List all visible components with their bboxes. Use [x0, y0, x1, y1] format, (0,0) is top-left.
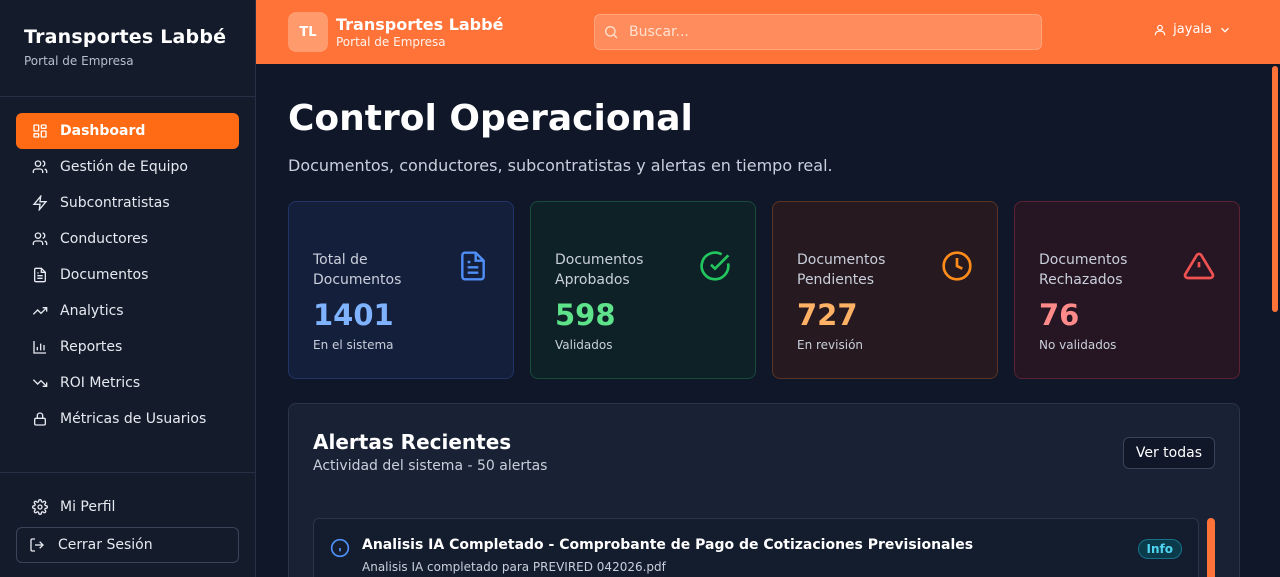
- team-icon: [32, 159, 48, 175]
- sidebar-item-label: Conductores: [60, 231, 149, 247]
- chevron-down-icon: [1218, 23, 1232, 37]
- page-scrollbar-thumb[interactable]: [1272, 66, 1278, 312]
- stat-value: 727: [797, 298, 858, 332]
- alerts-scrollbar[interactable]: [1207, 518, 1215, 577]
- lock-icon: [32, 411, 48, 427]
- sidebar-item-label: Reportes: [60, 339, 123, 355]
- stat-note: En el sistema: [313, 338, 394, 352]
- sidebar-item-analytics[interactable]: Analytics: [16, 293, 239, 329]
- user-icon: [1153, 23, 1167, 37]
- sidebar-item-reports[interactable]: Reportes: [16, 329, 239, 365]
- topbar-title: Transportes Labbé: [336, 15, 504, 34]
- sidebar-item-label: Gestión de Equipo: [60, 159, 188, 175]
- stats-row: Total de Documentos 1401 En el sistema D…: [288, 201, 1256, 379]
- sidebar-item-drivers[interactable]: Conductores: [16, 221, 239, 257]
- alert-title: Analisis IA Completado - Comprobante de …: [362, 537, 974, 553]
- sidebar-nav: Dashboard Gestión de Equipo Subcontratis…: [0, 97, 255, 437]
- sidebar-item-label: Subcontratistas: [60, 195, 170, 211]
- company-logo: TL: [288, 12, 328, 52]
- stat-card-pending: Documentos Pendientes 727 En revisión: [772, 201, 998, 379]
- page-title: Control Operacional: [288, 98, 693, 139]
- sidebar-item-user-metrics[interactable]: Métricas de Usuarios: [16, 401, 239, 437]
- brand-subtitle: Portal de Empresa: [24, 54, 134, 68]
- dashboard-icon: [32, 123, 48, 139]
- user-menu[interactable]: jayala: [1153, 22, 1232, 37]
- stat-card-total: Total de Documentos 1401 En el sistema: [288, 201, 514, 379]
- lightning-icon: [32, 195, 48, 211]
- stat-note: Validados: [555, 338, 613, 352]
- topbar-subtitle: Portal de Empresa: [336, 35, 446, 49]
- warning-icon: [1183, 250, 1215, 282]
- stat-label: Documentos Rechazados: [1039, 252, 1128, 288]
- search-icon: [603, 24, 619, 40]
- alert-description: Analisis IA completado para PREVIRED 042…: [362, 560, 666, 574]
- sidebar: Transportes Labbé Portal de Empresa Dash…: [0, 0, 256, 577]
- topbar: TL Transportes Labbé Portal de Empresa j…: [256, 0, 1280, 64]
- stat-value: 1401: [313, 298, 394, 332]
- bar-chart-icon: [32, 339, 48, 355]
- brand: Transportes Labbé Portal de Empresa: [0, 0, 255, 97]
- users-icon: [32, 231, 48, 247]
- sidebar-item-roi-metrics[interactable]: ROI Metrics: [16, 365, 239, 401]
- sidebar-item-label: Documentos: [60, 267, 149, 283]
- check-circle-icon: [699, 250, 731, 282]
- info-icon: [330, 538, 350, 558]
- logout-label: Cerrar Sesión: [58, 537, 153, 553]
- sidebar-item-profile[interactable]: Mi Perfil: [16, 489, 239, 525]
- logout-icon: [29, 537, 45, 553]
- page-subtitle: Documentos, conductores, subcontratistas…: [288, 156, 833, 175]
- logout-button[interactable]: Cerrar Sesión: [16, 527, 239, 563]
- search-input[interactable]: [629, 24, 1029, 40]
- document-icon: [457, 250, 489, 282]
- clock-icon: [941, 250, 973, 282]
- view-all-button[interactable]: Ver todas: [1122, 437, 1215, 469]
- topbar-brand: Transportes Labbé Portal de Empresa: [336, 15, 503, 49]
- trending-up-icon: [32, 303, 48, 319]
- alert-item[interactable]: Analisis IA Completado - Comprobante de …: [313, 518, 1199, 577]
- stat-label: Documentos Aprobados: [555, 252, 644, 288]
- trending-down-icon: [32, 375, 48, 391]
- stat-label: Total de Documentos: [313, 252, 402, 288]
- stat-value: 76: [1039, 298, 1080, 332]
- page-scrollbar[interactable]: [1270, 64, 1280, 577]
- sidebar-item-label: Analytics: [60, 303, 124, 319]
- alert-badge: Info: [1137, 539, 1182, 559]
- stat-note: En revisión: [797, 338, 864, 352]
- sidebar-item-label: Mi Perfil: [60, 499, 116, 515]
- search-box[interactable]: [594, 14, 1042, 50]
- sidebar-item-label: Métricas de Usuarios: [60, 411, 207, 427]
- stat-card-rejected: Documentos Rechazados 76 No validados: [1014, 201, 1240, 379]
- alerts-title: Alertas Recientes: [313, 430, 512, 454]
- stat-label: Documentos Pendientes: [797, 252, 886, 288]
- sidebar-footer: Mi Perfil Cerrar Sesión: [0, 472, 255, 563]
- sidebar-item-subcontractors[interactable]: Subcontratistas: [16, 185, 239, 221]
- username: jayala: [1173, 22, 1212, 37]
- stat-value: 598: [555, 298, 616, 332]
- stat-card-approved: Documentos Aprobados 598 Validados: [530, 201, 756, 379]
- alerts-subtitle: Actividad del sistema - 50 alertas: [313, 458, 548, 474]
- sidebar-item-label: ROI Metrics: [60, 375, 141, 391]
- sidebar-item-label: Dashboard: [60, 123, 146, 139]
- main-content: Control Operacional Documentos, conducto…: [256, 64, 1270, 577]
- sidebar-item-documents[interactable]: Documentos: [16, 257, 239, 293]
- stat-note: No validados: [1039, 338, 1117, 352]
- sidebar-item-team[interactable]: Gestión de Equipo: [16, 149, 239, 185]
- document-icon: [32, 267, 48, 283]
- recent-alerts-panel: Alertas Recientes Actividad del sistema …: [288, 403, 1240, 577]
- brand-title: Transportes Labbé: [24, 26, 227, 48]
- gear-icon: [32, 499, 48, 515]
- sidebar-item-dashboard[interactable]: Dashboard: [16, 113, 239, 149]
